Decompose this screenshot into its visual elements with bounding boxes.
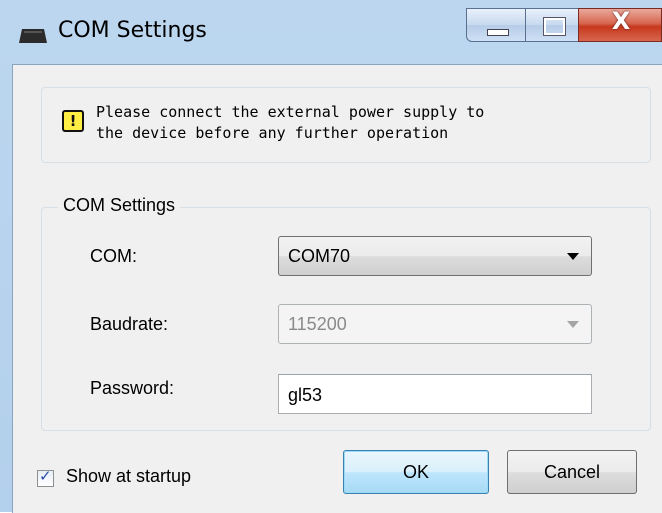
dialog-client-area: ! Please connect the external power supp…: [12, 64, 662, 513]
caption-buttons: X: [466, 7, 662, 44]
notice-panel: ! Please connect the external power supp…: [41, 87, 651, 163]
warning-icon: !: [62, 110, 84, 132]
com-label: COM:: [90, 246, 137, 266]
ok-button[interactable]: OK: [343, 450, 489, 494]
close-icon: X: [611, 7, 631, 35]
chevron-down-icon: [567, 253, 579, 260]
minimize-button[interactable]: [466, 8, 526, 42]
show-at-startup-checkbox[interactable]: ✓: [37, 467, 54, 487]
com-settings-window: COM Settings X ! Please connect the exte…: [0, 0, 662, 513]
password-input[interactable]: gl53: [278, 374, 592, 414]
password-input-value: gl53: [288, 385, 323, 405]
group-legend: COM Settings: [58, 195, 181, 216]
cancel-button[interactable]: Cancel: [507, 450, 637, 494]
minimize-icon: [487, 29, 509, 36]
baudrate-select-value: 115200: [288, 314, 347, 334]
baudrate-label: Baudrate:: [90, 314, 169, 334]
maximize-button[interactable]: [525, 8, 579, 42]
com-select-value: COM70: [288, 246, 351, 266]
baudrate-select: 115200: [278, 304, 592, 344]
com-select[interactable]: COM70: [278, 236, 592, 276]
maximize-icon: [543, 17, 566, 36]
com-settings-group: COM Settings COM: COM70 Baudrate: 115200…: [41, 195, 651, 431]
notice-text: Please connect the external power supply…: [96, 103, 485, 142]
title-bar[interactable]: COM Settings X: [0, 0, 662, 62]
chevron-down-icon: [567, 321, 579, 328]
checkmark-icon: ✓: [39, 467, 52, 485]
window-title: COM Settings: [58, 18, 207, 43]
warning-icon-glyph: !: [69, 112, 77, 130]
password-label: Password:: [90, 378, 175, 398]
close-button[interactable]: X: [578, 7, 662, 42]
show-at-startup-label[interactable]: Show at startup: [66, 466, 191, 487]
app-icon: [19, 29, 47, 43]
